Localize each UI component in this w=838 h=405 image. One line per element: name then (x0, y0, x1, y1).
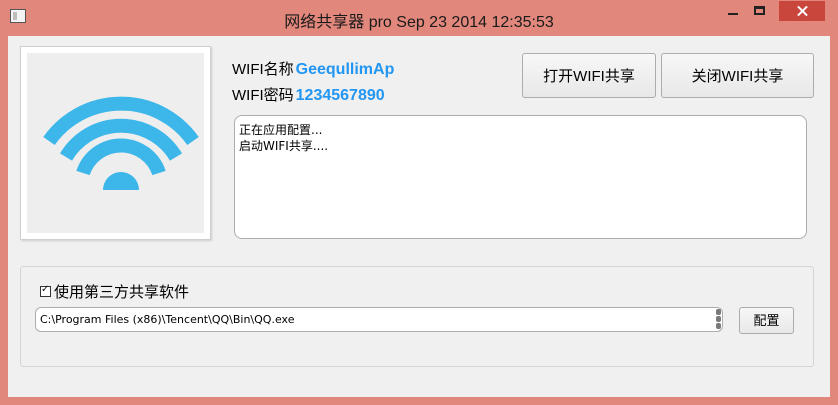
wifi-name-value: GeequllimAp (295, 61, 395, 78)
wifi-name-label: WIFI名称 (232, 61, 294, 78)
wifi-password-value: 1234567890 (295, 87, 385, 104)
close-icon[interactable] (779, 1, 825, 21)
minimize-icon[interactable] (718, 0, 748, 22)
wifi-password-label: WIFI密码 (232, 87, 294, 104)
open-wifi-share-button[interactable]: 打开WIFI共享 (522, 53, 656, 98)
software-path-input[interactable]: C:\Program Files (x86)\Tencent\QQ\Bin\QQ… (35, 307, 723, 332)
path-input-scroll-handle[interactable] (716, 309, 721, 330)
window-title: 网络共享器 pro Sep 23 2014 12:35:53 (284, 14, 554, 31)
third-party-checkbox[interactable] (40, 284, 51, 297)
configure-button[interactable]: 配置 (739, 307, 794, 334)
third-party-checkbox-row[interactable]: 使用第三方共享软件 (40, 281, 189, 302)
title-bar: 网络共享器 pro Sep 23 2014 12:35:53 (0, 0, 838, 36)
wifi-logo-background (27, 53, 204, 233)
log-textarea[interactable]: 正在应用配置... 启动WIFI共享.... (234, 115, 807, 239)
close-wifi-share-button[interactable]: 关闭WIFI共享 (661, 53, 814, 98)
log-line: 正在应用配置... (239, 123, 323, 137)
maximize-icon[interactable] (748, 0, 775, 22)
wifi-password-row: WIFI密码 1234567890 (232, 84, 385, 105)
wifi-logo-frame (20, 46, 211, 240)
third-party-checkbox-label[interactable]: 使用第三方共享软件 (54, 281, 189, 302)
wifi-icon (43, 96, 199, 190)
main-panel: WIFI名称 GeequllimAp WIFI密码 1234567890 打开WIF… (8, 36, 830, 397)
wifi-name-row: WIFI名称 GeequllimAp (232, 58, 394, 79)
third-party-group: 使用第三方共享软件 C:\Program Files (x86)\Tencent… (20, 266, 814, 367)
software-path-value: C:\Program Files (x86)\Tencent\QQ\Bin\QQ… (40, 313, 295, 326)
log-line: 启动WIFI共享.... (239, 139, 329, 153)
